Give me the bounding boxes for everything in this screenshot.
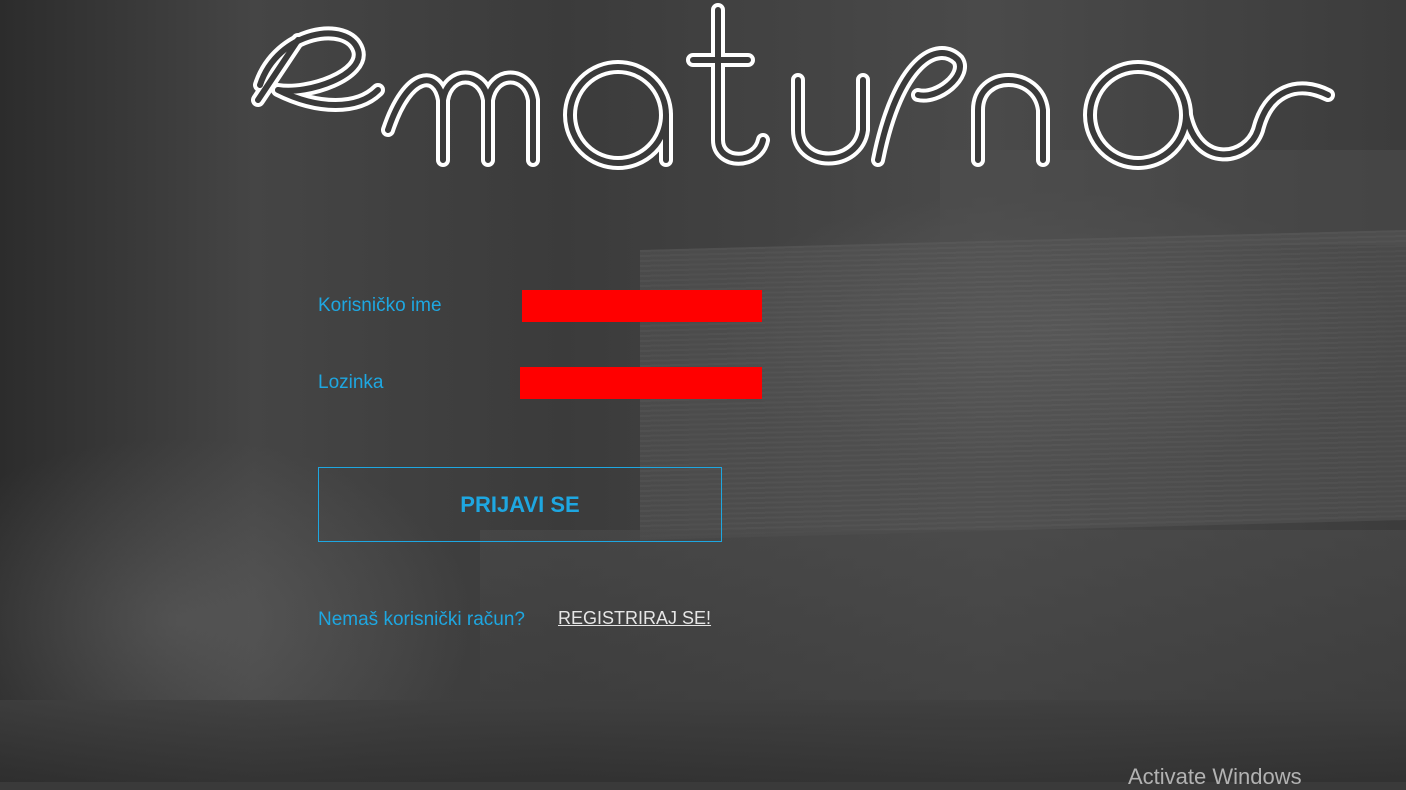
- username-input[interactable]: [522, 290, 762, 322]
- no-account-text: Nemaš korisnički račun?: [318, 609, 525, 630]
- brand-logo: [238, 0, 1398, 180]
- password-input[interactable]: [520, 367, 762, 399]
- username-label: Korisničko ime: [318, 295, 442, 316]
- activate-windows-watermark: Activate Windows: [1128, 764, 1302, 789]
- register-link[interactable]: REGISTRIRAJ SE!: [558, 608, 711, 629]
- login-button[interactable]: PRIJAVI SE: [318, 467, 722, 542]
- password-label: Lozinka: [318, 372, 384, 393]
